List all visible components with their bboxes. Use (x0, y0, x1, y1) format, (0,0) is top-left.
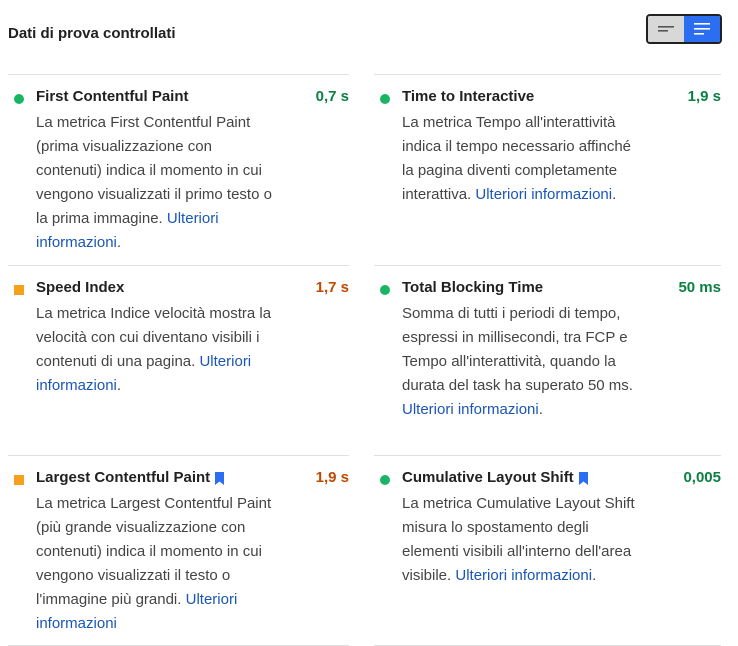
metric-title: Largest Contentful Paint (36, 468, 225, 488)
metric-value: 50 ms (678, 279, 721, 296)
expanded-view-button[interactable] (684, 16, 720, 42)
bookmark-icon (215, 471, 225, 485)
metric-first-contentful-paint: First Contentful Paint 0,7 s La metrica … (8, 74, 349, 265)
average-indicator-icon (14, 285, 24, 295)
metric-title: Time to Interactive (402, 88, 535, 105)
metric-title: Cumulative Layout Shift (402, 468, 589, 488)
metric-value: 1,7 s (315, 279, 349, 296)
metrics-header: Dati di prova controllati (8, 0, 730, 66)
metric-description: La metrica Cumulative Layout Shift misur… (402, 495, 635, 584)
metric-description: La metrica Indice velocità mostra la vel… (36, 305, 272, 394)
metrics-column-right: Time to Interactive 1,9 s La metrica Tem… (374, 74, 721, 645)
metric-value: 0,7 s (315, 88, 349, 105)
metric-title: First Contentful Paint (36, 88, 189, 105)
learn-more-link[interactable]: Ulteriori informazioni (475, 186, 612, 203)
metrics-column-left: First Contentful Paint 0,7 s La metrica … (8, 74, 349, 645)
metric-largest-contentful-paint: Largest Contentful Paint 1,9 s La metric… (8, 455, 349, 645)
metric-speed-index: Speed Index 1,7 s La metrica Indice velo… (8, 265, 349, 455)
metric-title: Total Blocking Time (402, 279, 544, 296)
compact-view-button[interactable] (648, 16, 684, 42)
average-indicator-icon (14, 475, 24, 485)
pass-indicator-icon (380, 94, 390, 104)
metric-description: La metrica Tempo all'interattività indic… (402, 114, 632, 203)
section-title: Dati di prova controllati (8, 25, 176, 42)
metric-description: Somma di tutti i periodi di tempo, espre… (402, 305, 633, 418)
expanded-list-icon (694, 23, 710, 35)
learn-more-link[interactable]: Ulteriori informazioni (402, 401, 539, 418)
metric-value: 0,005 (683, 469, 721, 486)
metric-description: La metrica Largest Contentful Paint (più… (36, 495, 272, 632)
view-toggle (646, 14, 722, 44)
metric-description: La metrica First Contentful Paint (prima… (36, 114, 272, 251)
pass-indicator-icon (14, 94, 24, 104)
pass-indicator-icon (380, 475, 390, 485)
metric-cumulative-layout-shift: Cumulative Layout Shift 0,005 La metrica… (374, 455, 721, 645)
metric-time-to-interactive: Time to Interactive 1,9 s La metrica Tem… (374, 74, 721, 265)
metric-value: 1,9 s (687, 88, 721, 105)
learn-more-link[interactable]: Ulteriori informazioni (455, 567, 592, 584)
bookmark-icon (578, 471, 588, 485)
metric-total-blocking-time: Total Blocking Time 50 ms Somma di tutti… (374, 265, 721, 455)
pass-indicator-icon (380, 285, 390, 295)
metric-title: Speed Index (36, 279, 125, 296)
metric-value: 1,9 s (315, 469, 349, 486)
compact-list-icon (658, 26, 674, 32)
